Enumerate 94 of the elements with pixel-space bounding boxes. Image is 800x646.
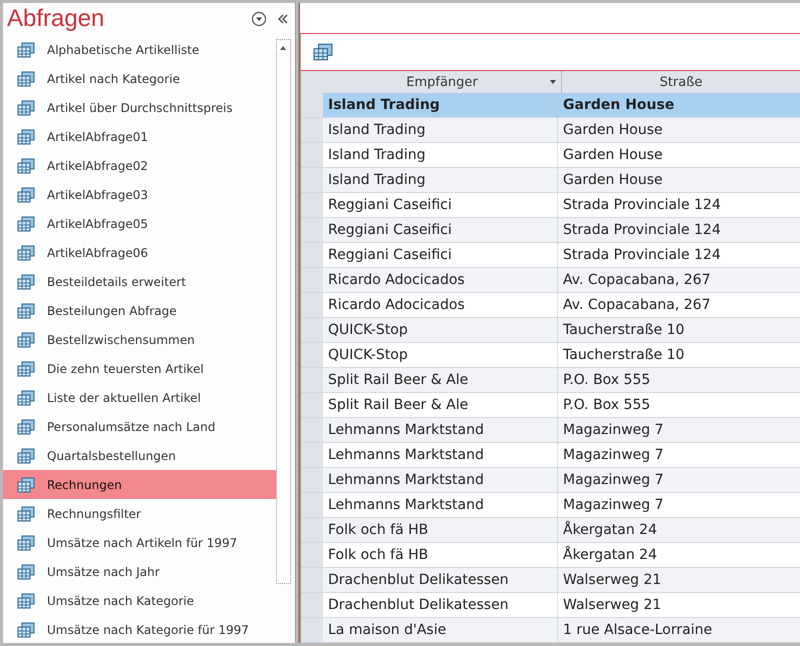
table-cell: Åkergatan 24 (558, 518, 800, 542)
query-icon (17, 216, 35, 232)
table-cell: Magazinweg 7 (558, 443, 800, 467)
query-icon (17, 476, 35, 492)
table-cell: Garden House (558, 118, 800, 142)
table-cell: Walserweg 21 (558, 568, 800, 592)
table-cell: Island Trading (323, 93, 558, 117)
collapse-icon[interactable] (276, 13, 289, 25)
query-item[interactable]: Bestellzwischensummen (3, 325, 276, 354)
table-cell: Av. Copacabana, 267 (558, 293, 800, 317)
table-cell: Folk och fä HB (323, 518, 558, 542)
table-cell: Reggiani Caseifici (323, 218, 558, 242)
query-item[interactable]: Umsätze nach Kategorie für 1997 (3, 615, 276, 643)
query-icon (17, 534, 35, 550)
pane-title: Abfragen (7, 5, 106, 33)
query-item[interactable]: Artikel über Durchschnittspreis (3, 93, 276, 122)
query-item[interactable]: Die zehn teuersten Artikel (3, 354, 276, 383)
table-cell: Drachenblut Delikatessen (323, 568, 558, 592)
table-cell: Ricardo Adocicados (323, 268, 558, 292)
table-cell: Garden House (558, 93, 800, 117)
query-icon (17, 564, 35, 580)
table-cell: Split Rail Beer & Ale (323, 368, 558, 392)
query-icon (17, 70, 35, 86)
table-cell: Lehmanns Marktstand (323, 468, 558, 492)
table-cell: Lehmanns Marktstand (323, 493, 558, 517)
query-item[interactable]: Besteilungen Abfrage (3, 296, 276, 325)
query-icon (17, 302, 35, 318)
query-item[interactable]: Alphabetische Artikelliste (3, 35, 276, 64)
query-icon (17, 506, 35, 522)
table-cell: Folk och fä HB (323, 543, 558, 567)
query-item[interactable]: ArtikelAbfrage06 (3, 238, 276, 267)
table-cell: Island Trading (323, 143, 558, 167)
table-cell: Walserweg 21 (558, 593, 800, 617)
table-cell: Magazinweg 7 (558, 418, 800, 442)
table-cell: Lehmanns Marktstand (323, 443, 558, 467)
query-item[interactable]: Besteildetails erweitert (3, 267, 276, 296)
query-icon (17, 42, 35, 58)
table-cell: Garden House (558, 168, 800, 192)
table-cell: Reggiani Caseifici (323, 243, 558, 267)
query-item[interactable]: ArtikelAbfrage03 (3, 180, 276, 209)
query-item[interactable]: Liste der aktuellen Artikel (3, 383, 276, 412)
table-cell: Ricardo Adocicados (323, 293, 558, 317)
query-icon (17, 390, 35, 406)
table-cell: Reggiani Caseifici (323, 193, 558, 217)
table-cell: Split Rail Beer & Ale (323, 393, 558, 417)
query-icon (17, 244, 35, 260)
query-icon (17, 100, 35, 116)
query-item[interactable]: Artikel nach Kategorie (3, 64, 276, 93)
table-cell: Taucherstraße 10 (558, 343, 800, 367)
query-icon[interactable] (313, 43, 333, 61)
query-icon (17, 186, 35, 202)
table-cell: Magazinweg 7 (558, 468, 800, 492)
query-item[interactable]: Umsätze nach Artikeln für 1997 (3, 528, 276, 557)
table-cell: Strada Provinciale 124 (558, 193, 800, 217)
table-cell: Lehmanns Marktstand (323, 418, 558, 442)
table-cell: Garden House (558, 143, 800, 167)
query-item[interactable]: ArtikelAbfrage02 (3, 151, 276, 180)
query-item[interactable]: Quartalsbestellungen (3, 441, 276, 470)
table-cell: Drachenblut Delikatessen (323, 593, 558, 617)
table-cell: QUICK-Stop (323, 343, 558, 367)
query-item[interactable]: ArtikelAbfrage05 (3, 209, 276, 238)
query-icon (17, 158, 35, 174)
scrollbar[interactable] (276, 39, 291, 584)
table-cell: Strada Provinciale 124 (558, 243, 800, 267)
table-cell: La maison d'Asie (323, 618, 558, 642)
column-header[interactable]: Straße (562, 71, 800, 93)
query-icon (17, 418, 35, 434)
query-icon (17, 622, 35, 638)
query-icon (17, 332, 35, 348)
query-icon (17, 360, 35, 376)
scroll-up-icon[interactable] (278, 44, 288, 52)
table-cell: Taucherstraße 10 (558, 318, 800, 342)
table-cell: QUICK-Stop (323, 318, 558, 342)
query-item[interactable]: Rechnungen (3, 470, 276, 499)
table-cell: Åkergatan 24 (558, 543, 800, 567)
query-item[interactable]: Personalumsätze nach Land (3, 412, 276, 441)
query-item[interactable]: Rechnungsfilter (3, 499, 276, 528)
query-item[interactable]: Umsätze nach Jahr (3, 557, 276, 586)
query-icon (17, 128, 35, 144)
table-cell: 1 rue Alsace-Lorraine (558, 618, 800, 642)
table-cell: Island Trading (323, 118, 558, 142)
query-icon (17, 448, 35, 464)
query-item[interactable]: ArtikelAbfrage01 (3, 122, 276, 151)
sort-arrow-icon[interactable] (549, 79, 557, 85)
table-cell: Magazinweg 7 (558, 493, 800, 517)
table-cell: Strada Provinciale 124 (558, 218, 800, 242)
query-icon (17, 592, 35, 608)
query-item[interactable]: Umsätze nach Kategorie (3, 586, 276, 615)
dropdown-icon[interactable] (250, 11, 267, 27)
table-cell: Island Trading (323, 168, 558, 192)
table-cell: P.O. Box 555 (558, 393, 800, 417)
table-cell: P.O. Box 555 (558, 368, 800, 392)
table-cell: Av. Copacabana, 267 (558, 268, 800, 292)
query-icon (17, 274, 35, 290)
